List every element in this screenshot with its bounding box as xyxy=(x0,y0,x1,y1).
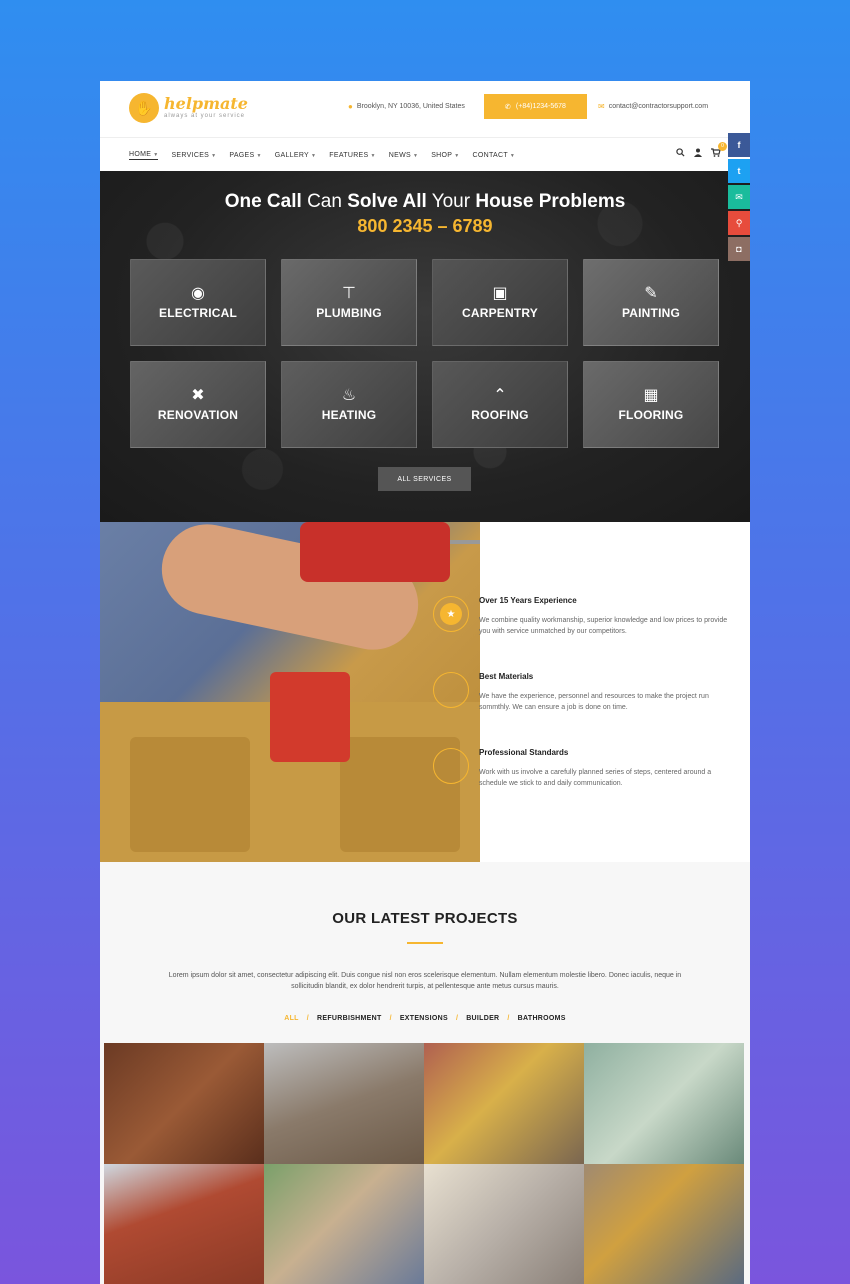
nav-item-contact[interactable]: CONTACT ▼ xyxy=(473,152,516,159)
facebook-icon[interactable]: f xyxy=(728,133,750,157)
project-image-construction[interactable] xyxy=(584,1164,744,1284)
service-tile-renovation[interactable]: ✖ RENOVATION xyxy=(130,361,266,448)
project-image-deck[interactable] xyxy=(264,1164,424,1284)
badge-icon: ★ xyxy=(440,603,462,625)
filter-refurbishment[interactable]: REFURBISHMENT xyxy=(317,1015,382,1022)
thermometer-icon: ♨ xyxy=(341,387,357,404)
chevron-down-icon: ▼ xyxy=(311,152,317,159)
filter-builder[interactable]: BUILDER xyxy=(466,1015,499,1022)
standards-feature-icon xyxy=(433,748,469,784)
filter-bathrooms[interactable]: BATHROOMS xyxy=(518,1015,566,1022)
roof-icon: ⌃ xyxy=(493,387,507,404)
features-section: ★ Over 15 Years Experience We combine qu… xyxy=(100,522,750,862)
service-tile-carpentry[interactable]: ▣ CARPENTRY xyxy=(432,259,568,346)
project-image-roofing[interactable] xyxy=(104,1164,264,1284)
nav-item-home[interactable]: HOME ▼ xyxy=(129,151,159,160)
project-gallery xyxy=(104,1043,746,1284)
email-info[interactable]: ✉ contact@contractorsupport.com xyxy=(598,102,708,111)
chevron-down-icon: ▼ xyxy=(370,152,376,159)
service-tile-painting[interactable]: ✎ PAINTING xyxy=(583,259,719,346)
nav-item-pages[interactable]: PAGES ▼ xyxy=(229,152,261,159)
address-text: Brooklyn, NY 10036, United States xyxy=(356,103,465,110)
floor-icon: ▦ xyxy=(643,387,659,404)
main-navigation: HOME ▼ SERVICES ▼ PAGES ▼ GALLERY ▼ FEATURES… xyxy=(100,137,750,171)
brand-tagline: always at your service xyxy=(164,113,246,119)
toolbox-icon: ▣ xyxy=(492,285,508,302)
map-pin-icon: ● xyxy=(348,102,353,111)
phone-icon: ✆ xyxy=(505,103,511,111)
twitter-icon[interactable]: t xyxy=(728,159,750,183)
nav-item-news[interactable]: NEWS ▼ xyxy=(389,152,418,159)
location-icon[interactable]: ⚲ xyxy=(728,211,750,235)
website-page: ✋ helpmate always at your service ● Broo… xyxy=(100,81,750,1284)
cart-count-badge: 0 xyxy=(718,142,727,151)
hero-title: One Call Can Solve All Your House Proble… xyxy=(224,191,626,212)
nav-item-services[interactable]: SERVICES ▼ xyxy=(171,152,216,159)
hero-section: One Call Can Solve All Your House Proble… xyxy=(100,171,750,522)
chevron-down-icon: ▼ xyxy=(454,152,460,159)
project-image-builder[interactable] xyxy=(424,1043,584,1164)
nav-item-features[interactable]: FEATURES ▼ xyxy=(329,152,375,159)
nav-item-shop[interactable]: SHOP ▼ xyxy=(431,152,459,159)
project-image-flooring[interactable] xyxy=(264,1043,424,1164)
project-image-painting[interactable] xyxy=(104,1043,264,1164)
bulb-icon: ◉ xyxy=(191,285,205,302)
project-image-blueprints[interactable] xyxy=(584,1043,744,1164)
feature-standards: Professional Standards Work with us invo… xyxy=(479,748,712,787)
email-text: contact@contractorsupport.com xyxy=(608,103,709,110)
feature-experience: Over 15 Years Experience We combine qual… xyxy=(479,596,728,635)
envelope-icon: ✉ xyxy=(598,102,605,111)
brand-name: helpmate xyxy=(164,94,248,113)
chevron-down-icon: ▼ xyxy=(153,151,159,158)
project-filters: ALL / REFURBISHMENT / EXTENSIONS / BUILD… xyxy=(284,1015,566,1022)
worker-tool-belt-image xyxy=(100,522,480,862)
cart-icon[interactable]: 0 xyxy=(711,142,727,159)
chevron-down-icon: ▼ xyxy=(509,152,516,159)
social-sidebar: f t ✉ ⚲ ◘ xyxy=(728,133,750,263)
instagram-icon[interactable]: ◘ xyxy=(728,237,750,261)
address-info: ● Brooklyn, NY 10036, United States xyxy=(348,102,465,111)
logo[interactable]: ✋ helpmate always at your service xyxy=(129,93,248,123)
materials-feature-icon xyxy=(433,672,469,708)
user-icon[interactable] xyxy=(694,148,702,159)
handshake-icon: ✋ xyxy=(129,93,159,123)
section-title: OUR LATEST PROJECTS xyxy=(332,910,518,927)
title-underline xyxy=(407,942,443,944)
filter-all[interactable]: ALL xyxy=(284,1015,299,1022)
phone-button[interactable]: ✆ (+84)1234-5678 xyxy=(484,94,587,119)
all-services-button[interactable]: ALL SERVICES xyxy=(378,467,471,491)
hero-phone-number: 800 2345 – 6789 xyxy=(357,216,493,236)
search-icon[interactable] xyxy=(676,148,685,159)
chevron-down-icon: ▼ xyxy=(256,152,262,159)
email-icon[interactable]: ✉ xyxy=(728,185,750,209)
service-tile-roofing[interactable]: ⌃ ROOFING xyxy=(432,361,568,448)
chevron-down-icon: ▼ xyxy=(211,152,217,159)
paintbrush-icon: ✎ xyxy=(644,285,658,302)
project-image-plumbing[interactable] xyxy=(424,1164,584,1284)
service-tile-flooring[interactable]: ▦ FLOORING xyxy=(583,361,719,448)
section-description: Lorem ipsum dolor sit amet, consectetur … xyxy=(168,972,682,990)
chevron-down-icon: ▼ xyxy=(412,152,419,159)
experience-feature-icon: ★ xyxy=(433,596,469,632)
header: ✋ helpmate always at your service ● Broo… xyxy=(100,81,750,137)
phone-text: (+84)1234-5678 xyxy=(515,103,566,110)
service-tile-electrical[interactable]: ◉ ELECTRICAL xyxy=(130,259,266,346)
service-tile-heating[interactable]: ♨ HEATING xyxy=(281,361,417,448)
faucet-icon: ⊤ xyxy=(342,285,356,302)
tools-icon: ✖ xyxy=(191,387,205,404)
feature-materials: Best Materials We have the experience, p… xyxy=(479,672,709,711)
nav-item-gallery[interactable]: GALLERY ▼ xyxy=(275,152,317,159)
service-tile-plumbing[interactable]: ⊤ PLUMBING xyxy=(281,259,417,346)
filter-extensions[interactable]: EXTENSIONS xyxy=(400,1015,448,1022)
